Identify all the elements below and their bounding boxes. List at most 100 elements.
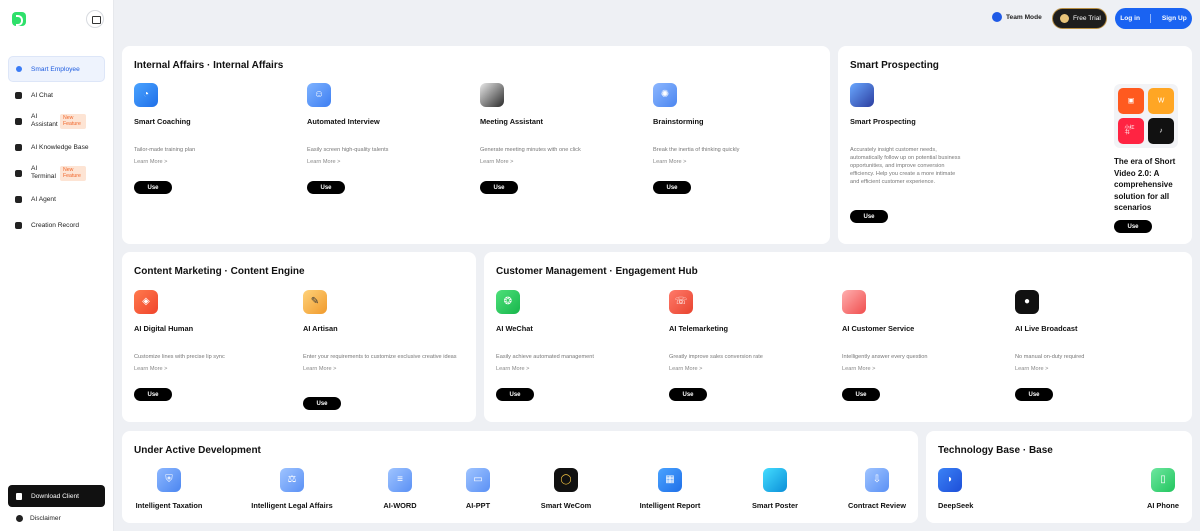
user-icon <box>16 66 22 72</box>
phone-icon <box>16 492 22 500</box>
shield-icon: ⛨ <box>157 468 181 492</box>
dev-item-smart-poster[interactable]: Smart Poster <box>742 468 808 510</box>
use-button[interactable]: Use <box>134 181 172 194</box>
sidebar-item-ai-chat[interactable]: AI Chat <box>8 82 105 108</box>
sidebar-collapse-button[interactable] <box>86 10 104 28</box>
learn-more-link[interactable]: Learn More > <box>669 366 799 372</box>
learn-more-link[interactable]: Learn More > <box>842 366 972 372</box>
xiaohongshu-icon: 小红书 <box>1118 118 1144 144</box>
feature-name: AI Telemarketing <box>669 324 729 333</box>
feature-name: Automated Interview <box>307 117 380 126</box>
dev-item-smart-wecom[interactable]: ◯ Smart WeCom <box>532 468 600 510</box>
dev-item-intelligent-report[interactable]: ▦ Intelligent Report <box>630 468 710 510</box>
feature-name: AI WeChat <box>496 324 533 333</box>
weishi-icon: W <box>1148 88 1174 114</box>
dev-item-name: Smart Poster <box>751 501 798 510</box>
info-icon <box>16 515 23 522</box>
feature-ai-wechat: ❂ AI WeChat Easily achieve automated man… <box>496 290 626 372</box>
learn-more-link[interactable]: Learn More > <box>303 366 463 372</box>
free-trial-button[interactable]: Free Trial <box>1052 8 1107 29</box>
feature-name: AI Digital Human <box>134 324 194 333</box>
team-mode-button[interactable]: Team Mode <box>992 12 1042 22</box>
sidebar-item-ai-agent[interactable]: AI Agent <box>8 186 105 212</box>
microphone-icon: ● <box>1015 290 1039 314</box>
crystal-icon <box>850 83 874 107</box>
use-button[interactable]: Use <box>1015 388 1053 401</box>
auth-divider <box>1150 14 1152 23</box>
card-title: Customer Management · Engagement Hub <box>496 266 698 277</box>
learn-more-link[interactable]: Learn More > <box>480 159 610 165</box>
feature-brainstorming: ✺ Brainstorming Break the inertia of thi… <box>653 83 783 165</box>
sidebar-item-ai-terminal[interactable]: AI Terminal New Feature <box>8 160 105 186</box>
learn-more-link[interactable]: Learn More > <box>134 159 264 165</box>
interviewer-avatar-icon: ☺ <box>307 83 331 107</box>
app-logo[interactable] <box>12 12 26 26</box>
telephone-icon: ☏ <box>669 290 693 314</box>
poster-icon <box>763 468 787 492</box>
tech-item-ai-phone[interactable]: ▯ AI Phone <box>1140 468 1186 510</box>
scales-icon: ⚖ <box>280 468 304 492</box>
report-icon: ▦ <box>658 468 682 492</box>
use-button[interactable]: Use <box>303 397 341 410</box>
presentation-icon: ▭ <box>466 468 490 492</box>
sidebar-item-creation-record[interactable]: Creation Record <box>8 212 105 238</box>
use-button[interactable]: Use <box>480 181 518 194</box>
learn-more-link[interactable]: Learn More > <box>307 159 437 165</box>
feature-ai-digital-human: ◈ AI Digital Human Customize lines with … <box>134 290 264 372</box>
disclaimer-label: Disclaimer <box>30 515 61 522</box>
dev-item-name: AI-WORD <box>383 501 417 510</box>
sidebar-item-ai-assistant[interactable]: AI Assistant New Feature <box>8 108 105 134</box>
dev-item-ai-ppt[interactable]: ▭ AI-PPT <box>444 468 512 510</box>
use-button[interactable]: Use <box>653 181 691 194</box>
dev-item-intelligent-legal-affairs[interactable]: ⚖ Intelligent Legal Affairs <box>242 468 342 510</box>
dev-item-intelligent-taxation[interactable]: ⛨ Intelligent Taxation <box>124 468 214 510</box>
tech-item-deepseek[interactable]: ◗ DeepSeek <box>938 468 974 510</box>
feature-name: Brainstorming <box>653 117 704 126</box>
use-button[interactable]: Use <box>1114 220 1152 233</box>
card-title: Technology Base · Base <box>938 445 1053 456</box>
use-button[interactable]: Use <box>307 181 345 194</box>
feature-name: Smart Prospecting <box>850 117 916 126</box>
sidebar-item-label: AI Chat <box>31 91 53 99</box>
sidebar-item-label: AI Assistant <box>31 113 58 128</box>
feature-desc: Enter your requirements to customize exc… <box>303 354 457 360</box>
use-button[interactable]: Use <box>842 388 880 401</box>
feature-desc: Intelligently answer every question <box>842 354 928 360</box>
feature-desc: Generate meeting minutes with one click <box>480 147 581 153</box>
learn-more-link[interactable]: Learn More > <box>1015 366 1145 372</box>
feature-desc: Greatly improve sales conversion rate <box>669 354 763 360</box>
feature-ai-artisan: ✎ AI Artisan Enter your requirements to … <box>303 290 463 372</box>
learn-more-link[interactable]: Learn More > <box>496 366 626 372</box>
dev-item-name: Intelligent Report <box>639 501 701 510</box>
assistant-icon <box>15 117 22 125</box>
learn-more-link[interactable]: Learn More > <box>134 366 264 372</box>
use-button[interactable]: Use <box>134 388 172 401</box>
learn-more-link[interactable]: Learn More > <box>653 159 783 165</box>
feature-automated-interview: ☺ Automated Interview Easily screen high… <box>307 83 437 165</box>
sidebar-item-smart-employee[interactable]: Smart Employee <box>8 56 105 82</box>
card-title: Under Active Development <box>134 445 261 456</box>
signup-button[interactable]: Sign Up <box>1162 15 1187 22</box>
login-button[interactable]: Log in <box>1120 15 1140 22</box>
book-icon <box>15 143 22 151</box>
download-client-button[interactable]: Download Client <box>8 485 105 507</box>
dev-item-contract-review[interactable]: ⇩ Contract Review <box>837 468 917 510</box>
disclaimer-link[interactable]: Disclaimer <box>16 515 61 522</box>
dev-item-ai-word[interactable]: ≡ AI-WORD <box>366 468 434 510</box>
feature-desc: No manual on-duty required <box>1015 354 1085 360</box>
new-feature-badge: New Feature <box>60 113 86 129</box>
sidebar-item-ai-knowledge-base[interactable]: AI Knowledge Base <box>8 134 105 160</box>
sidebar-nav: Smart Employee AI Chat AI Assistant New … <box>8 56 105 238</box>
card-title: Content Marketing · Content Engine <box>134 266 305 277</box>
use-button[interactable]: Use <box>669 388 707 401</box>
dev-item-name: Smart WeCom <box>540 501 592 510</box>
dev-item-name: Contract Review <box>848 501 906 510</box>
use-button[interactable]: Use <box>850 210 888 223</box>
dev-item-name: Intelligent Legal Affairs <box>251 501 333 510</box>
kuaishou-icon: ▣ <box>1118 88 1144 114</box>
feature-desc: Accurately insight customer needs, autom… <box>850 147 961 185</box>
feature-meeting-assistant: Meeting Assistant Generate meeting minut… <box>480 83 610 165</box>
contract-icon: ⇩ <box>865 468 889 492</box>
use-button[interactable]: Use <box>496 388 534 401</box>
feature-desc: Customize lines with precise lip sync <box>134 354 225 360</box>
